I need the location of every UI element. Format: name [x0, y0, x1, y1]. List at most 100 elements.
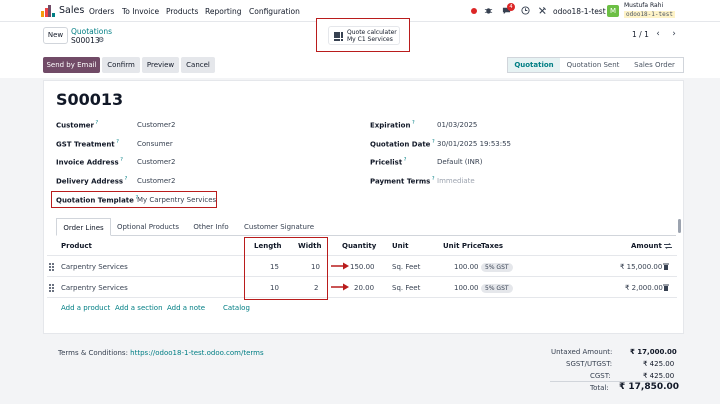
quote-calculator-button[interactable]: Quote calculater My C1 Services — [328, 26, 400, 45]
table-divider — [47, 276, 677, 277]
row1-unit[interactable]: Sq. Feet — [392, 263, 420, 271]
avatar[interactable]: M — [607, 5, 619, 17]
quote-calculator-subtitle: My C1 Services — [347, 36, 393, 43]
drag-handle-icon[interactable] — [49, 284, 54, 292]
status-quotation-sent[interactable]: Quotation Sent — [560, 58, 626, 72]
dimensions-highlight — [244, 237, 328, 300]
cancel-button[interactable]: Cancel — [181, 57, 215, 73]
user-name[interactable]: Mustufa Rahi — [624, 2, 663, 9]
send-by-email-button[interactable]: Send by Email — [43, 57, 100, 73]
menu-configuration[interactable]: Configuration — [249, 7, 300, 16]
untaxed-amount-label: Untaxed Amount: — [551, 348, 613, 356]
customer-field[interactable]: Customer2 — [137, 121, 175, 129]
menu-products[interactable]: Products — [166, 7, 198, 16]
row1-quantity[interactable]: 150.00 — [350, 263, 375, 271]
row2-unit-price[interactable]: 100.00 — [454, 284, 479, 292]
drag-handle-icon[interactable] — [49, 263, 54, 271]
quotation-date-label: Quotation Date ? — [370, 139, 435, 149]
tab-order-lines[interactable]: Order Lines — [56, 218, 111, 236]
delivery-address-field[interactable]: Customer2 — [137, 177, 175, 185]
pricelist-label: Pricelist ? — [370, 157, 407, 167]
expiration-label: Expiration ? — [370, 120, 415, 130]
status-quotation[interactable]: Quotation — [508, 58, 560, 72]
record-indicator-icon[interactable] — [471, 8, 477, 14]
sgst-value: ₹ 425.00 — [643, 360, 675, 368]
column-unit[interactable]: Unit — [392, 242, 408, 250]
payment-terms-field[interactable]: Immediate — [437, 177, 475, 185]
untaxed-amount-value: ₹ 17,000.00 — [630, 348, 677, 356]
tools-icon[interactable] — [538, 6, 547, 15]
row2-unit[interactable]: Sq. Feet — [392, 284, 420, 292]
gst-treatment-field[interactable]: Consumer — [137, 140, 173, 148]
trash-icon[interactable] — [663, 263, 669, 270]
sgst-label: SGST/UTGST: — [566, 360, 613, 368]
column-taxes[interactable]: Taxes — [481, 242, 503, 250]
breadcrumb-quotations[interactable]: Quotations — [71, 27, 112, 36]
gst-treatment-label: GST Treatment ? — [56, 139, 119, 149]
expiration-field[interactable]: 01/03/2025 — [437, 121, 477, 129]
new-button[interactable]: New — [43, 27, 68, 44]
trash-icon[interactable] — [663, 284, 669, 291]
catalog-link[interactable]: Catalog — [223, 304, 250, 312]
pager-previous-icon[interactable]: ‹ — [651, 27, 665, 42]
page-title: S00013 — [56, 90, 124, 109]
row2-tax-tag[interactable]: 5% GST — [481, 284, 513, 293]
total-label: Total: — [590, 384, 609, 392]
menu-to-invoice[interactable]: To Invoice — [122, 7, 159, 16]
row2-quantity[interactable]: 20.00 — [354, 284, 374, 292]
invoice-address-field[interactable]: Customer2 — [137, 158, 175, 166]
chat-badge: 4 — [507, 3, 515, 11]
pricelist-field[interactable]: Default (INR) — [437, 158, 482, 166]
row1-tax-tag[interactable]: 5% GST — [481, 263, 513, 272]
row1-unit-price[interactable]: 100.00 — [454, 263, 479, 271]
payment-terms-label: Payment Terms ? — [370, 176, 435, 186]
breadcrumb-current: S00013 — [71, 36, 100, 45]
add-note-link[interactable]: Add a note — [167, 304, 205, 312]
column-quantity[interactable]: Quantity — [342, 242, 376, 250]
quotation-template-field[interactable]: My Carpentry Services — [137, 196, 216, 204]
cgst-value: ₹ 425.00 — [643, 372, 675, 380]
status-bar: Quotation Quotation Sent Sales Order — [507, 57, 684, 73]
column-amount[interactable]: Amount — [631, 242, 662, 250]
row2-amount: ₹ 2,000.00 — [625, 284, 663, 292]
row1-product[interactable]: Carpentry Services — [61, 263, 128, 271]
grid-icon — [334, 32, 344, 42]
preview-button[interactable]: Preview — [142, 57, 179, 73]
arrow-right-icon — [331, 262, 349, 270]
scrollbar[interactable] — [678, 219, 681, 233]
column-settings-icon[interactable] — [664, 242, 672, 250]
row2-product[interactable]: Carpentry Services — [61, 284, 128, 292]
sales-app-icon[interactable] — [41, 4, 55, 17]
table-divider — [47, 255, 677, 256]
status-sales-order[interactable]: Sales Order — [626, 58, 683, 72]
tab-customer-signature[interactable]: Customer Signature — [239, 218, 319, 236]
confirm-button[interactable]: Confirm — [102, 57, 140, 73]
terms-and-conditions: Terms & Conditions: https://odoo18-1-tes… — [58, 349, 264, 357]
gear-icon[interactable]: ⚙ — [98, 36, 104, 44]
menu-reporting[interactable]: Reporting — [205, 7, 241, 16]
tab-optional-products[interactable]: Optional Products — [113, 218, 183, 236]
clock-icon[interactable] — [521, 6, 530, 15]
add-section-link[interactable]: Add a section — [115, 304, 163, 312]
pager-value[interactable]: 1 / 1 — [632, 30, 649, 39]
menu-orders[interactable]: Orders — [89, 7, 114, 16]
database-name[interactable]: odoo18-1-test — [553, 7, 606, 16]
quotation-date-field[interactable]: 30/01/2025 19:53:55 — [437, 140, 511, 148]
user-database-badge: odoo18-1-test — [624, 11, 675, 18]
tab-other-info[interactable]: Other Info — [186, 218, 236, 236]
row1-amount: ₹ 15,000.00 — [620, 263, 663, 271]
table-divider — [47, 297, 677, 298]
quotation-template-label: Quotation Template ? — [56, 195, 139, 205]
pager-next-icon[interactable]: › — [667, 27, 681, 42]
delivery-address-label: Delivery Address ? — [56, 176, 128, 186]
add-product-link[interactable]: Add a product — [61, 304, 110, 312]
invoice-address-label: Invoice Address ? — [56, 157, 123, 167]
arrow-right-icon — [331, 283, 349, 291]
cgst-label: CGST: — [590, 372, 611, 380]
app-name[interactable]: Sales — [59, 5, 84, 16]
terms-link[interactable]: https://odoo18-1-test.odoo.com/terms — [130, 349, 263, 357]
bug-icon[interactable] — [484, 6, 493, 15]
quote-calculator-title: Quote calculater — [347, 29, 397, 36]
column-product[interactable]: Product — [61, 242, 92, 250]
column-unit-price[interactable]: Unit Price — [443, 242, 482, 250]
